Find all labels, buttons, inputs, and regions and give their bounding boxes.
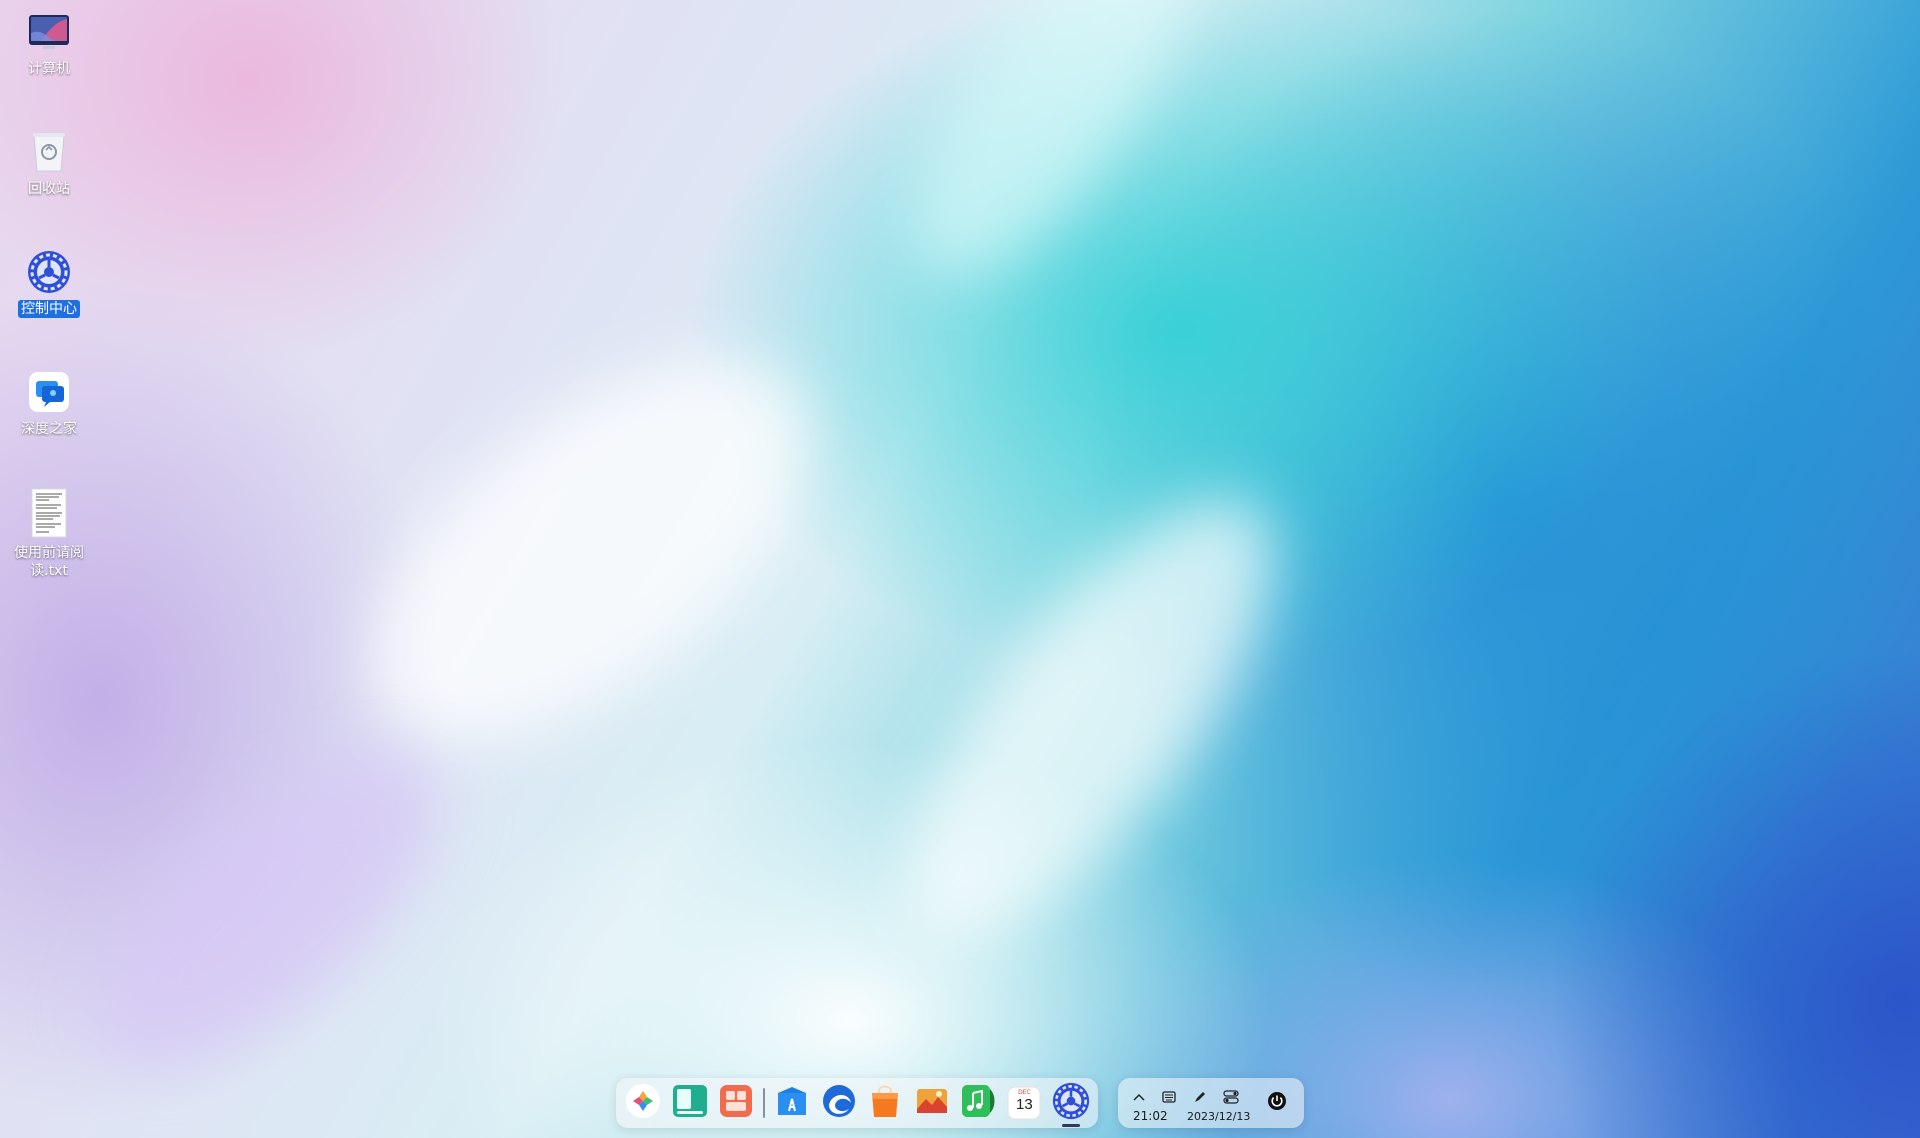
dock-app-app-store[interactable] [771,1081,813,1125]
desktop-icon-deepin-home[interactable]: 深度之家 [10,370,88,438]
running-indicator [1061,1124,1080,1127]
power-button[interactable] [1258,1084,1296,1122]
deepin-home-icon [27,370,71,414]
trash-icon [27,130,71,174]
image-viewer-icon [914,1083,950,1123]
text-file-icon [27,488,71,538]
desktop-icon-label: 使用前请阅读.txt [14,545,84,579]
dock: DEC 13 [616,1078,1098,1128]
control-center-icon [1052,1082,1090,1124]
tray-time[interactable]: 21:02 [1133,1109,1168,1123]
desktop-icon-label: 计算机 [28,61,70,77]
calendar-icon: DEC 13 [1007,1086,1041,1120]
dock-app-multitasking[interactable] [668,1081,710,1125]
pen-icon[interactable] [1190,1088,1210,1106]
dock-separator [763,1088,766,1118]
computer-icon [27,10,71,54]
desktop-icon-label: 深度之家 [21,421,77,437]
wallpaper-swoosh [305,287,875,813]
app-store-icon [774,1083,810,1123]
wallpaper-swoosh [844,445,1336,995]
dock-app-shopping[interactable] [864,1081,906,1125]
desktop-icon-label: 控制中心 [18,300,80,318]
desktop-icon-label: 回收站 [28,181,70,197]
music-icon [960,1083,996,1123]
multitasking-icon [671,1083,709,1123]
desktop: 计算机 回收站 控制中心 深度之家 使用前请阅读.txt DEC 13 21:0… [0,0,1920,1138]
dock-app-launcher[interactable] [622,1081,664,1125]
dock-app-file-manager[interactable] [715,1081,757,1125]
desktop-icon-control-center[interactable]: 控制中心 [10,250,88,318]
dock-app-music[interactable] [957,1081,999,1125]
dock-app-calendar[interactable]: DEC 13 [1003,1081,1045,1125]
tray-date[interactable]: 2023/12/13 [1187,1110,1250,1123]
shopping-bag-icon [867,1083,903,1123]
power-icon [1267,1091,1287,1115]
wallpaper-swoosh [51,706,489,1114]
quick-settings-toggle-icon[interactable] [1221,1088,1241,1106]
desktop-icon-computer[interactable]: 计算机 [10,10,88,78]
browser-icon [821,1083,857,1123]
wallpaper-swoosh [864,0,1236,318]
dock-app-browser[interactable] [818,1081,860,1125]
desktop-icon-text-file[interactable]: 使用前请阅读.txt [10,488,88,580]
desktop-icon-trash[interactable]: 回收站 [10,130,88,198]
dock-app-image-viewer[interactable] [910,1081,952,1125]
calendar-month: DEC [1018,1089,1031,1096]
calendar-day: 13 [1016,1096,1033,1113]
tray-expand-icon[interactable] [1129,1088,1149,1106]
keyboard-icon[interactable] [1159,1088,1179,1106]
launcher-icon [625,1083,661,1123]
file-manager-icon [718,1083,754,1123]
dock-app-control-center[interactable] [1050,1081,1092,1127]
control-center-icon [27,250,71,294]
